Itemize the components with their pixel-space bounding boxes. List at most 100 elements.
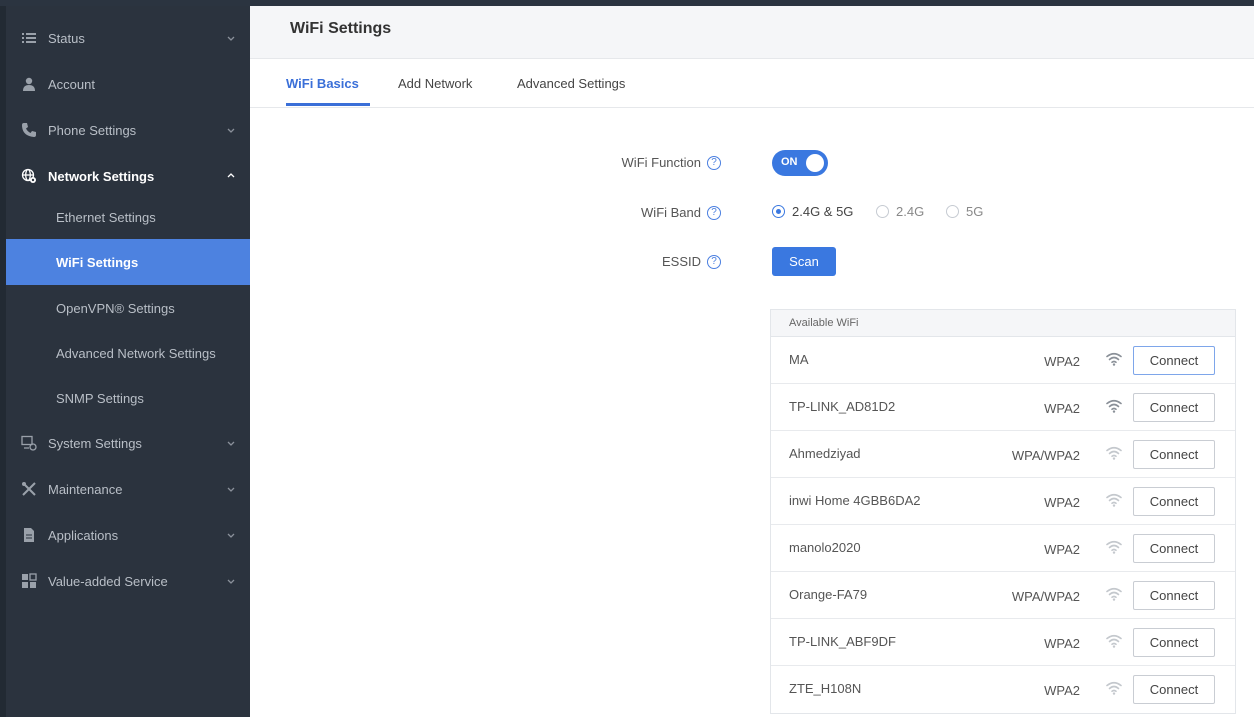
page-title: WiFi Settings [290, 20, 392, 37]
help-icon[interactable]: ? [707, 205, 721, 220]
apps-icon [20, 572, 38, 590]
chevron-down-icon [227, 579, 235, 584]
tools-icon [20, 480, 38, 498]
essid-label-text: ESSID [661, 254, 701, 269]
radio-button[interactable] [946, 205, 959, 218]
document-icon [20, 526, 38, 544]
wifi-ssid: TP-LINK_ABF9DF [789, 634, 896, 649]
user-icon [20, 75, 38, 93]
chevron-down-icon [227, 36, 235, 41]
tab-add-network[interactable]: Add Network [398, 76, 472, 91]
tab-bar: WiFi Basics Add Network Advanced Setting… [250, 59, 1254, 108]
sidebar-item-applications[interactable]: Applications [6, 512, 250, 558]
radio-label: 2.4G & 5G [792, 204, 854, 219]
essid-label: ESSID ? [662, 254, 721, 269]
sidebar-item-label: Ethernet Settings [56, 209, 156, 225]
wifi-network-row: Orange-FA79 WPA/WPA2 Connect [771, 572, 1235, 619]
connect-button[interactable]: Connect [1133, 534, 1215, 563]
sidebar-item-value-added-service[interactable]: Value-added Service [6, 558, 250, 604]
scan-button[interactable]: Scan [772, 247, 836, 276]
sidebar-item-label: Network Settings [48, 168, 155, 184]
wifi-network-row: manolo2020 WPA2 Connect [771, 525, 1235, 572]
wifi-security: WPA2 [1044, 401, 1080, 416]
wifi-ssid: manolo2020 [789, 540, 861, 555]
toggle-state-text: ON [781, 156, 798, 168]
wifi-ssid: MA [789, 352, 809, 367]
sidebar-item-label: Applications [48, 527, 119, 543]
sidebar-item-network-settings[interactable]: Network Settings [6, 153, 250, 199]
sidebar-item-snmp-settings[interactable]: SNMP Settings [6, 375, 250, 421]
radio-button[interactable] [772, 205, 785, 218]
chevron-down-icon [227, 441, 235, 446]
sidebar: Status Account Phone Settings Network Se… [6, 6, 250, 717]
chevron-up-icon [227, 173, 235, 178]
wifi-security: WPA2 [1044, 495, 1080, 510]
wifi-ssid: TP-LINK_AD81D2 [789, 399, 896, 414]
sidebar-item-label: WiFi Settings [56, 254, 139, 270]
active-tab-indicator [286, 103, 370, 106]
connect-button[interactable]: Connect [1133, 628, 1215, 657]
tab-wifi-basics[interactable]: WiFi Basics [286, 76, 359, 91]
tab-advanced-settings[interactable]: Advanced Settings [517, 76, 625, 91]
wifi-rows: MA WPA2 Connect TP-LINK_AD81D2 WPA2 Connect Ah… [771, 337, 1235, 713]
list-icon [20, 29, 38, 47]
radio-label: 5G [966, 204, 984, 219]
wifi-ssid: ZTE_H108N [789, 681, 862, 696]
wifi-function-toggle[interactable]: ON [772, 150, 828, 176]
wifi-network-row: TP-LINK_AD81D2 WPA2 Connect [771, 384, 1235, 431]
radio-button[interactable] [876, 205, 889, 218]
sidebar-item-label: Phone Settings [48, 122, 137, 138]
connect-button[interactable]: Connect [1133, 346, 1215, 375]
wifi-security: WPA2 [1044, 636, 1080, 651]
band-option-5g[interactable]: 5G [946, 204, 983, 219]
sidebar-item-status[interactable]: Status [6, 15, 250, 61]
sidebar-item-account[interactable]: Account [6, 61, 250, 107]
sidebar-item-system-settings[interactable]: System Settings [6, 420, 250, 466]
connect-button[interactable]: Connect [1133, 393, 1215, 422]
wifi-signal-icon [1106, 681, 1122, 695]
wifi-network-row: Ahmedziyad WPA/WPA2 Connect [771, 431, 1235, 478]
phone-icon [20, 121, 38, 139]
toggle-knob [806, 154, 824, 172]
connect-button[interactable]: Connect [1133, 440, 1215, 469]
radio-label: 2.4G [896, 204, 925, 219]
wifi-signal-icon [1106, 446, 1122, 460]
band-option-2-4g[interactable]: 2.4G [876, 204, 924, 219]
connect-button[interactable]: Connect [1133, 487, 1215, 516]
wifi-function-label: WiFi Function ? [622, 155, 721, 170]
sidebar-item-ethernet-settings[interactable]: Ethernet Settings [6, 194, 250, 240]
sidebar-item-maintenance[interactable]: Maintenance [6, 466, 250, 512]
chevron-down-icon [227, 487, 235, 492]
help-icon[interactable]: ? [707, 254, 721, 269]
wifi-security: WPA/WPA2 [1011, 448, 1080, 463]
sidebar-item-phone-settings[interactable]: Phone Settings [6, 107, 250, 153]
wifi-signal-icon [1106, 540, 1122, 554]
chevron-down-icon [227, 128, 235, 133]
connect-button[interactable]: Connect [1133, 581, 1215, 610]
sidebar-item-label: OpenVPN® Settings [56, 300, 175, 316]
page-header: WiFi Settings [250, 6, 1254, 59]
wifi-signal-icon [1106, 352, 1122, 366]
wifi-signal-icon [1106, 634, 1122, 648]
sidebar-item-label: System Settings [48, 435, 142, 451]
band-option-dual[interactable]: 2.4G & 5G [772, 204, 853, 219]
help-icon[interactable]: ? [707, 155, 721, 170]
sidebar-item-label: Advanced Network Settings [56, 345, 216, 361]
wifi-network-row: MA WPA2 Connect [771, 337, 1235, 384]
wifi-function-label-text: WiFi Function [621, 155, 701, 170]
chevron-down-icon [227, 533, 235, 538]
wifi-signal-icon [1106, 493, 1122, 507]
wifi-network-row: inwi Home 4GBB6DA2 WPA2 Connect [771, 478, 1235, 525]
wifi-network-row: TP-LINK_ABF9DF WPA2 Connect [771, 619, 1235, 666]
wifi-ssid: inwi Home 4GBB6DA2 [789, 493, 921, 508]
sidebar-item-wifi-settings[interactable]: WiFi Settings [6, 239, 250, 285]
connect-button[interactable]: Connect [1133, 675, 1215, 704]
sidebar-item-openvpn-settings[interactable]: OpenVPN® Settings [6, 285, 250, 331]
sidebar-item-advanced-network-settings[interactable]: Advanced Network Settings [6, 330, 250, 376]
wifi-band-label-text: WiFi Band [641, 205, 701, 220]
network-icon [20, 167, 38, 185]
wifi-signal-icon [1106, 399, 1122, 413]
sidebar-item-label: Account [48, 76, 95, 92]
wifi-security: WPA2 [1044, 542, 1080, 557]
sidebar-item-label: Value-added Service [48, 573, 168, 589]
